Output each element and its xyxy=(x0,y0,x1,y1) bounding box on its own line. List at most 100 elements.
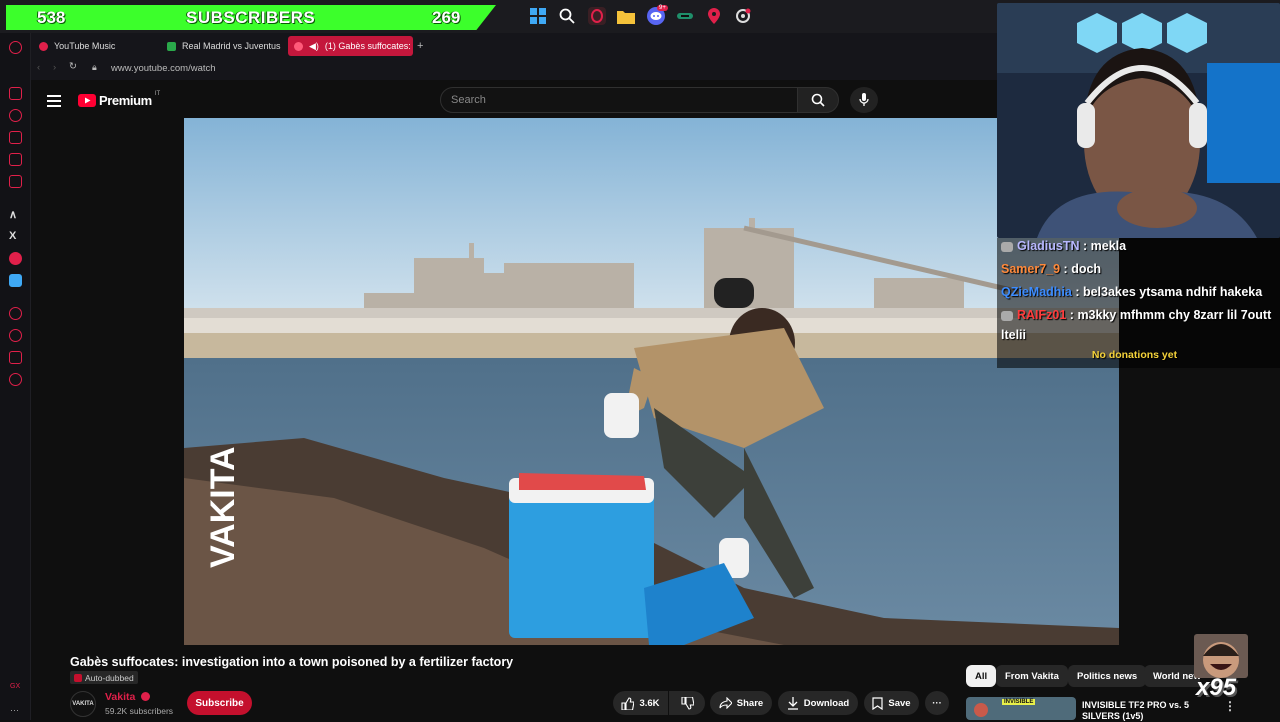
sidebar-tab-icon[interactable] xyxy=(9,87,22,100)
hamburger-icon[interactable] xyxy=(47,94,61,112)
forward-icon[interactable]: › xyxy=(53,62,56,73)
more-icon[interactable]: ··· xyxy=(10,705,19,715)
rec-title: INVISIBLE TF2 PRO vs. 5 SILVERS (1v5) xyxy=(1082,700,1190,721)
save-button[interactable]: Save xyxy=(864,691,919,715)
tab-label: YouTube Music xyxy=(54,41,116,51)
discord-badge: 9+ xyxy=(657,5,668,11)
logo-text: Premium xyxy=(99,93,152,108)
share-button[interactable]: Share xyxy=(710,691,772,715)
share-label: Share xyxy=(736,697,764,709)
dislike-button[interactable] xyxy=(669,691,705,715)
lock-icon: 🔒︎ xyxy=(92,62,97,72)
subscriber-goal-banner: 538 SUBSCRIBERS 269 xyxy=(6,5,496,30)
search-icon[interactable] xyxy=(558,7,576,25)
opera-icon[interactable] xyxy=(588,7,606,25)
more-horizontal-icon: ··· xyxy=(932,697,942,709)
search-placeholder: Search xyxy=(451,94,486,106)
app-icon[interactable] xyxy=(676,7,694,25)
x-icon[interactable]: X xyxy=(9,230,22,243)
chip-from-vakita[interactable]: From Vakita xyxy=(996,665,1068,687)
video-player[interactable]: VAKITA xyxy=(184,118,1119,645)
reaction-emote xyxy=(1194,634,1248,678)
share-icon xyxy=(719,697,732,709)
new-tab-button[interactable]: + xyxy=(417,40,423,52)
messenger-icon[interactable] xyxy=(9,175,22,188)
bookmark-icon xyxy=(872,696,884,710)
history-icon[interactable] xyxy=(9,329,22,342)
facebook-icon[interactable] xyxy=(9,274,22,287)
browser-sidebar: ∧ X GX ··· xyxy=(0,33,31,720)
more-actions-button[interactable]: ··· xyxy=(925,691,949,715)
refresh-icon[interactable] xyxy=(9,109,22,122)
auto-dubbed-badge[interactable]: Auto-dubbed xyxy=(70,671,138,684)
chat-message: RAIFz01 : m3kky mfhmm chy 8zarr lil 7out… xyxy=(1001,308,1271,322)
back-icon[interactable]: ‹ xyxy=(37,62,40,73)
chip-world-news[interactable]: World news xyxy=(1144,665,1200,687)
rec-thumb-text: INVISIBLE xyxy=(1002,699,1036,705)
chat-message: GladiusTN : mekla xyxy=(1001,239,1126,253)
channel-name[interactable]: Vakita xyxy=(105,691,151,703)
video-watermark: VAKITA xyxy=(204,446,242,568)
recommended-video[interactable]: INVISIBLE INVISIBLE TF2 PRO vs. 5 SILVER… xyxy=(966,697,1279,721)
settings-icon[interactable] xyxy=(734,7,752,25)
subscribe-button[interactable]: Subscribe xyxy=(187,691,252,715)
play-icon[interactable] xyxy=(9,307,22,320)
tab-youtube-music[interactable]: YouTube Music xyxy=(33,36,158,56)
voice-search-button[interactable] xyxy=(850,87,878,113)
url-text[interactable]: www.youtube.com/watch xyxy=(111,63,216,74)
gx-icon[interactable]: GX xyxy=(10,683,20,690)
youtube-play-icon xyxy=(78,94,96,107)
chat-badge-icon xyxy=(1001,241,1013,252)
folder-icon[interactable] xyxy=(617,7,635,25)
chat-text: doch xyxy=(1071,262,1102,276)
chat-text: bel3akes ytsama ndhif hakeka xyxy=(1082,285,1263,299)
tab-real-madrid[interactable]: Real Madrid vs Juventus xyxy=(161,36,286,56)
reload-icon[interactable]: ↻ xyxy=(69,61,77,72)
dub-label: Auto-dubbed xyxy=(85,672,134,683)
download-button[interactable]: Download xyxy=(778,691,858,715)
search-input[interactable]: Search xyxy=(440,87,798,113)
search-button[interactable] xyxy=(797,87,839,113)
youtube-logo[interactable]: Premium IT xyxy=(78,90,161,108)
bag-icon[interactable] xyxy=(9,131,22,144)
rec-more-icon[interactable]: ⋮ xyxy=(1224,699,1236,713)
address-bar: ‹ › ↻ 🔒︎ www.youtube.com/watch xyxy=(31,58,998,80)
reddit-icon[interactable] xyxy=(9,252,22,265)
chat-user: RAIFz01 xyxy=(1017,308,1067,322)
dub-icon xyxy=(74,673,82,682)
chat-app-icon[interactable] xyxy=(9,153,22,166)
tab-label: Real Madrid vs Juventus xyxy=(182,41,281,51)
laughing-face-icon xyxy=(1203,642,1239,678)
chip-politics-news[interactable]: Politics news xyxy=(1068,665,1147,687)
verified-icon xyxy=(141,692,151,701)
microphone-icon xyxy=(859,93,869,106)
channel-avatar[interactable]: VAKITA xyxy=(70,691,96,717)
rec-thumb-figure xyxy=(974,703,988,717)
bookmark-icon[interactable] xyxy=(9,351,22,364)
chat-message: QZieMadhia : bel3akes ytsama ndhif hakek… xyxy=(1001,285,1263,299)
video-frame: VAKITA xyxy=(184,118,1119,645)
chat-text: mekla xyxy=(1090,239,1127,253)
sub-label: SUBSCRIBERS xyxy=(186,7,316,27)
app-a-icon[interactable]: ∧ xyxy=(9,208,22,221)
tab-gabes-video[interactable]: ◀) (1) Gabès suffocates: xyxy=(288,36,413,56)
chip-all[interactable]: All xyxy=(966,665,997,687)
search-icon xyxy=(811,93,825,107)
maps-icon[interactable] xyxy=(705,7,723,25)
like-button[interactable]: 3.6K xyxy=(613,691,668,715)
chat-user: Samer7_9 xyxy=(1001,262,1061,276)
tab-strip: YouTube Music Real Madrid vs Juventus ◀)… xyxy=(31,33,998,58)
chat-user: GladiusTN xyxy=(1017,239,1080,253)
sub-count-left: 538 xyxy=(37,7,66,27)
thumbs-down-icon xyxy=(680,696,694,710)
chat-user: QZieMadhia xyxy=(1001,285,1072,299)
donations-status: No donations yet xyxy=(1091,349,1178,361)
opera-menu-icon[interactable] xyxy=(9,41,22,54)
logo-region: IT xyxy=(154,90,161,97)
webcam-frame xyxy=(997,3,1280,238)
sub-count-right: 269 xyxy=(432,7,461,27)
gear-icon[interactable] xyxy=(9,373,22,386)
chat-message-overflow: ltelii xyxy=(1001,328,1027,342)
windows-icon[interactable] xyxy=(529,7,547,25)
speaker-icon: ◀) xyxy=(309,40,319,51)
